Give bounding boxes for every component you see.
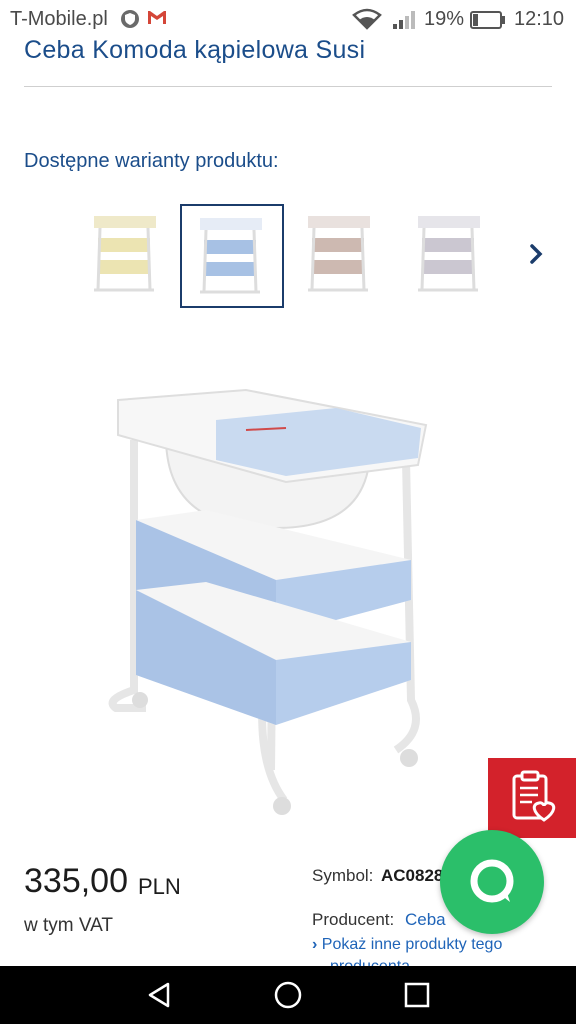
- chat-button[interactable]: [440, 830, 544, 934]
- battery-percent: 19%: [424, 8, 465, 30]
- show-other-products-label: Pokaż inne produkty tego: [321, 936, 503, 953]
- variant-thumb-4[interactable]: [400, 204, 504, 308]
- home-icon[interactable]: [273, 980, 303, 1015]
- signal-icon: [392, 8, 418, 36]
- shield-icon: [120, 8, 140, 36]
- producer-label: Producent:: [312, 910, 395, 929]
- gmail-icon: [146, 8, 168, 32]
- variants-heading: Dostępne warianty produktu:: [24, 150, 279, 172]
- symbol-label: Symbol:: [312, 866, 374, 885]
- symbol-value: AC0828: [381, 866, 444, 885]
- back-icon[interactable]: [144, 980, 174, 1015]
- show-other-products-link[interactable]: › Pokaż inne produkty tego: [312, 936, 502, 954]
- product-image[interactable]: [96, 370, 456, 830]
- vat-note: w tym VAT: [24, 915, 114, 936]
- wishlist-button[interactable]: [488, 758, 576, 838]
- variant-thumb-3[interactable]: [290, 204, 394, 308]
- system-nav-bar: [0, 966, 576, 1024]
- currency: PLN: [138, 874, 181, 899]
- divider: [24, 86, 552, 87]
- variant-thumb-2-selected[interactable]: [180, 204, 284, 308]
- variant-thumb-1[interactable]: [76, 204, 180, 308]
- battery-icon: [470, 11, 506, 35]
- chevron-right-icon[interactable]: [522, 240, 550, 268]
- price: 335,00: [24, 862, 128, 900]
- clock: 12:10: [514, 8, 565, 30]
- chevron-right-icon: ›: [312, 936, 318, 953]
- recents-icon[interactable]: [402, 980, 432, 1015]
- wifi-icon: [352, 8, 382, 36]
- page-title: Ceba Komoda kąpielowa Susi: [24, 36, 366, 64]
- carrier-name: T-Mobile.pl: [10, 8, 108, 30]
- producer-link[interactable]: Ceba: [405, 910, 446, 930]
- chat-icon: [466, 856, 518, 913]
- clipboard-heart-icon: [510, 770, 558, 829]
- status-bar: T-Mobile.pl 19% 12:10: [0, 0, 576, 40]
